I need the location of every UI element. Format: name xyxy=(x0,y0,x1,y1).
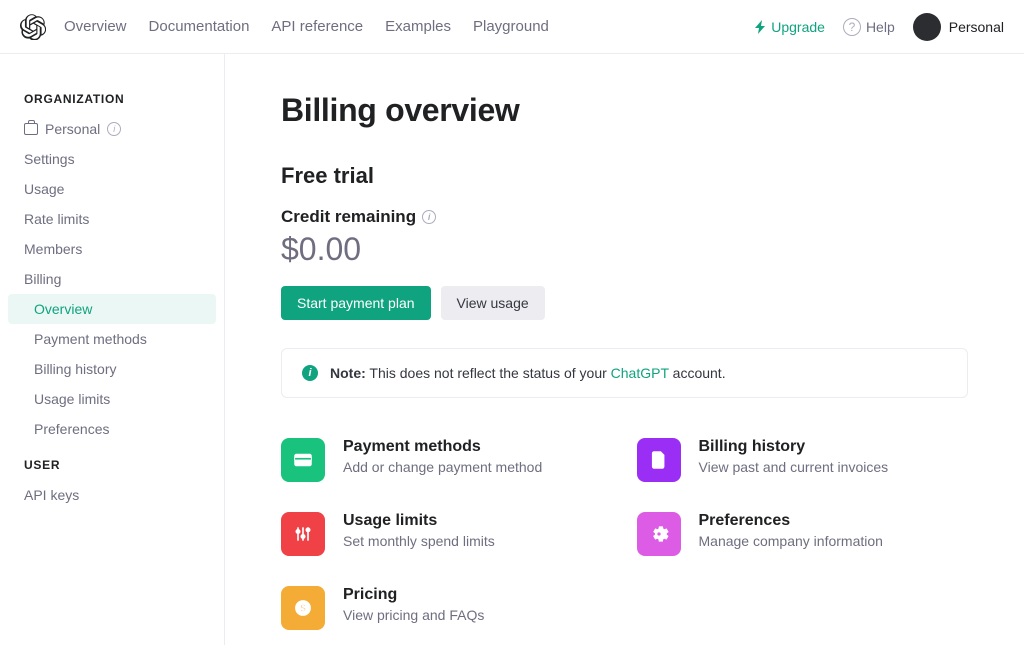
card-sub: Manage company information xyxy=(699,533,883,549)
sidebar-item-settings[interactable]: Settings xyxy=(0,144,224,174)
sidebar-item-api-keys[interactable]: API keys xyxy=(0,480,224,510)
account-label: Personal xyxy=(949,19,1004,35)
nav-examples[interactable]: Examples xyxy=(385,18,451,35)
note-text: Note: This does not reflect the status o… xyxy=(330,365,726,381)
card-billing-history[interactable]: Billing history View past and current in… xyxy=(637,438,969,482)
card-sub: View past and current invoices xyxy=(699,459,889,475)
note-text-1: This does not reflect the status of your xyxy=(366,365,611,381)
sidebar-item-billing[interactable]: Billing xyxy=(0,264,224,294)
credit-label: Credit remaining i xyxy=(281,207,968,227)
plan-subtitle: Free trial xyxy=(281,163,968,189)
info-icon[interactable]: i xyxy=(422,210,436,224)
sidebar: ORGANIZATION Personal i Settings Usage R… xyxy=(0,54,225,645)
page-title: Billing overview xyxy=(281,92,968,129)
card-title: Billing history xyxy=(699,438,889,456)
help-button[interactable]: ? Help xyxy=(843,18,895,36)
topnav-links: Overview Documentation API reference Exa… xyxy=(64,18,549,35)
sidebar-sub-overview[interactable]: Overview xyxy=(8,294,216,324)
sidebar-org-title: ORGANIZATION xyxy=(0,78,224,114)
cards-grid: Payment methods Add or change payment me… xyxy=(281,438,968,630)
file-icon xyxy=(637,438,681,482)
top-nav: Overview Documentation API reference Exa… xyxy=(0,0,1024,54)
dollar-icon: $ xyxy=(281,586,325,630)
card-usage-limits[interactable]: Usage limits Set monthly spend limits xyxy=(281,512,613,556)
start-payment-plan-button[interactable]: Start payment plan xyxy=(281,286,431,320)
org-name-label: Personal xyxy=(45,121,100,137)
card-icon xyxy=(281,438,325,482)
card-title: Payment methods xyxy=(343,438,542,456)
card-title: Usage limits xyxy=(343,512,495,530)
account-menu[interactable]: Personal xyxy=(913,13,1004,41)
card-payment-methods[interactable]: Payment methods Add or change payment me… xyxy=(281,438,613,482)
sidebar-org-name[interactable]: Personal i xyxy=(0,114,224,144)
sidebar-sub-preferences[interactable]: Preferences xyxy=(0,414,224,444)
sliders-icon xyxy=(281,512,325,556)
logo-icon[interactable] xyxy=(20,14,46,40)
sidebar-sub-payment-methods[interactable]: Payment methods xyxy=(0,324,224,354)
view-usage-button[interactable]: View usage xyxy=(441,286,545,320)
credit-label-text: Credit remaining xyxy=(281,207,416,227)
sidebar-sub-billing-history[interactable]: Billing history xyxy=(0,354,224,384)
gear-icon xyxy=(637,512,681,556)
bolt-icon xyxy=(755,20,767,34)
upgrade-button[interactable]: Upgrade xyxy=(755,19,825,35)
card-sub: Set monthly spend limits xyxy=(343,533,495,549)
card-sub: Add or change payment method xyxy=(343,459,542,475)
note-text-2: account. xyxy=(669,365,726,381)
card-title: Preferences xyxy=(699,512,883,530)
sidebar-item-rate-limits[interactable]: Rate limits xyxy=(0,204,224,234)
note-prefix: Note: xyxy=(330,365,366,381)
help-label: Help xyxy=(866,19,895,35)
nav-overview[interactable]: Overview xyxy=(64,18,127,35)
button-row: Start payment plan View usage xyxy=(281,286,968,320)
sidebar-item-members[interactable]: Members xyxy=(0,234,224,264)
nav-api-reference[interactable]: API reference xyxy=(271,18,363,35)
card-preferences[interactable]: Preferences Manage company information xyxy=(637,512,969,556)
topnav-right: Upgrade ? Help Personal xyxy=(755,13,1004,41)
sidebar-item-usage[interactable]: Usage xyxy=(0,174,224,204)
sidebar-user-title: USER xyxy=(0,444,224,480)
credit-amount: $0.00 xyxy=(281,231,968,268)
upgrade-label: Upgrade xyxy=(771,19,825,35)
avatar xyxy=(913,13,941,41)
svg-text:$: $ xyxy=(300,603,306,614)
info-icon: i xyxy=(302,365,318,381)
card-title: Pricing xyxy=(343,586,484,604)
help-icon: ? xyxy=(843,18,861,36)
card-pricing[interactable]: $ Pricing View pricing and FAQs xyxy=(281,586,613,630)
card-sub: View pricing and FAQs xyxy=(343,607,484,623)
info-icon: i xyxy=(107,122,121,136)
note-box: i Note: This does not reflect the status… xyxy=(281,348,968,398)
chatgpt-link[interactable]: ChatGPT xyxy=(611,365,669,381)
main-content: Billing overview Free trial Credit remai… xyxy=(225,54,1024,645)
nav-documentation[interactable]: Documentation xyxy=(149,18,250,35)
briefcase-icon xyxy=(24,123,38,135)
sidebar-sub-usage-limits[interactable]: Usage limits xyxy=(0,384,224,414)
nav-playground[interactable]: Playground xyxy=(473,18,549,35)
